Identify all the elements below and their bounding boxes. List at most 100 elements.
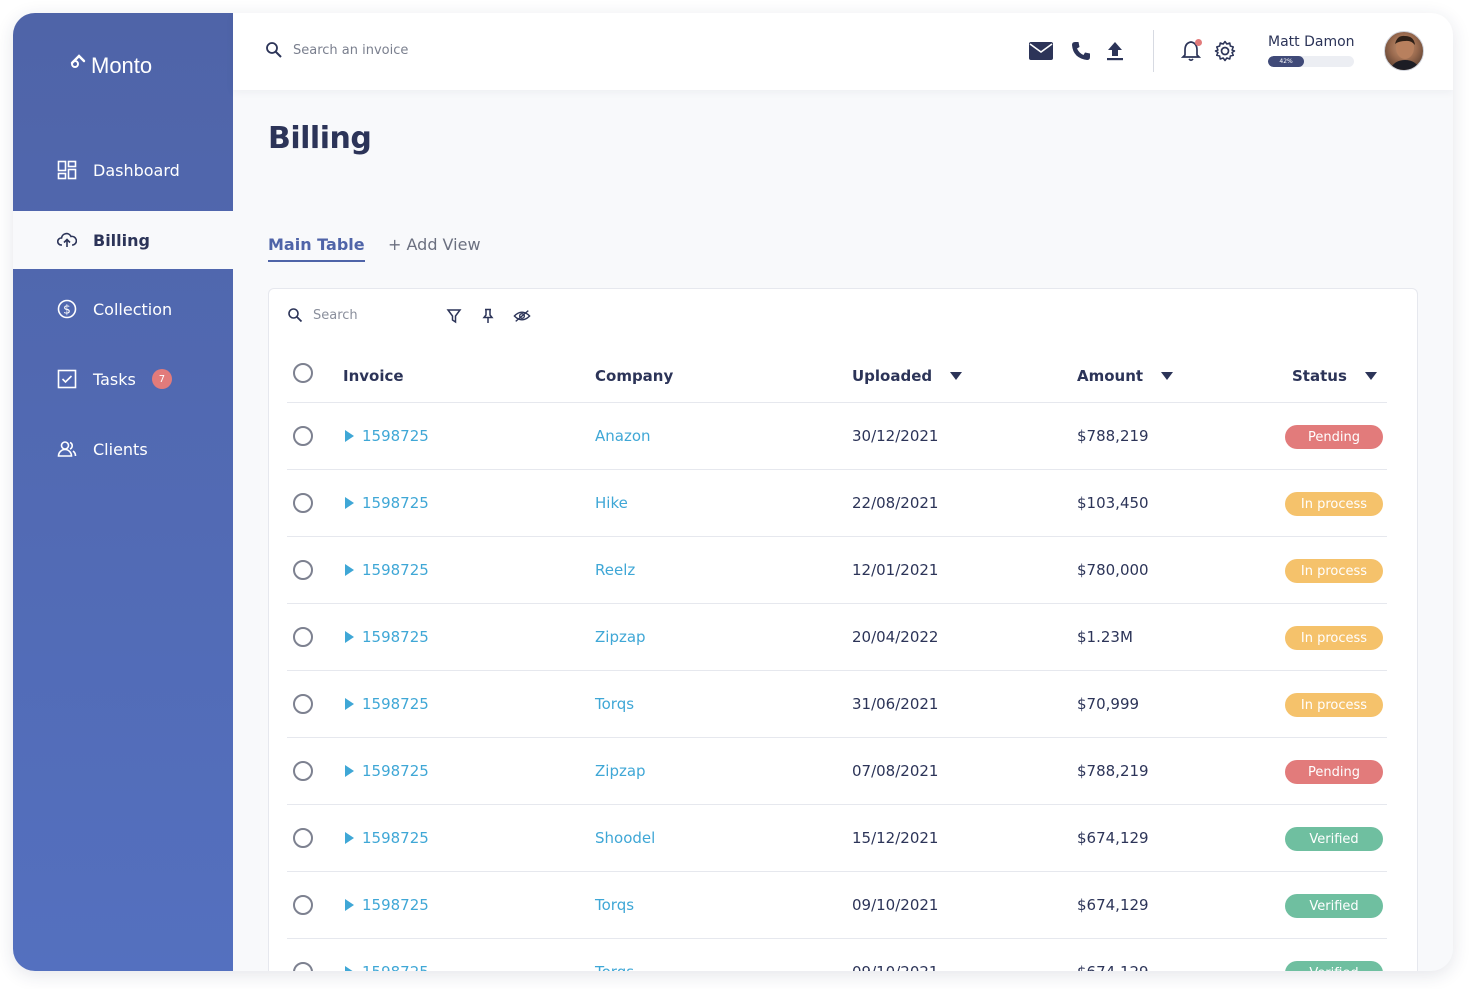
row-select-radio[interactable] bbox=[293, 962, 313, 971]
invoice-link[interactable]: 1598725 bbox=[345, 695, 429, 713]
hide-eye-icon[interactable] bbox=[513, 307, 531, 325]
uploaded-date: 09/10/2021 bbox=[852, 963, 938, 971]
column-uploaded-label: Uploaded bbox=[852, 367, 933, 385]
expand-arrow-icon[interactable] bbox=[345, 497, 354, 509]
status-badge: In process bbox=[1285, 693, 1383, 717]
table-row[interactable]: 1598725 Hike 22/08/2021 $103,450 In process bbox=[287, 470, 1387, 537]
expand-arrow-icon[interactable] bbox=[345, 631, 354, 643]
amount-value: $788,219 bbox=[1077, 427, 1149, 445]
company-link[interactable]: Torqs bbox=[595, 963, 634, 971]
search-input[interactable]: Search an invoice bbox=[293, 43, 408, 58]
expand-arrow-icon[interactable] bbox=[345, 564, 354, 576]
expand-arrow-icon[interactable] bbox=[345, 765, 354, 777]
sidebar-item-dashboard[interactable]: Dashboard bbox=[13, 141, 233, 199]
avatar[interactable] bbox=[1384, 31, 1424, 71]
expand-arrow-icon[interactable] bbox=[345, 966, 354, 971]
table-row[interactable]: 1598725 Shoodel 15/12/2021 $674,129 Verified bbox=[287, 805, 1387, 872]
invoice-link[interactable]: 1598725 bbox=[345, 762, 429, 780]
company-link[interactable]: Shoodel bbox=[595, 829, 655, 847]
column-amount-label: Amount bbox=[1077, 367, 1144, 385]
invoice-number: 1598725 bbox=[362, 829, 429, 847]
upload-icon[interactable] bbox=[1103, 39, 1127, 63]
amount-value: $780,000 bbox=[1077, 561, 1149, 579]
invoice-number: 1598725 bbox=[362, 561, 429, 579]
status-badge: Verified bbox=[1285, 827, 1383, 851]
uploaded-date: 31/06/2021 bbox=[852, 695, 939, 713]
status-badge: In process bbox=[1285, 492, 1383, 516]
company-link[interactable]: Torqs bbox=[595, 896, 634, 914]
row-select-radio[interactable] bbox=[293, 627, 313, 647]
row-select-radio[interactable] bbox=[293, 560, 313, 580]
search-icon bbox=[288, 308, 303, 323]
app-window: Monto Dashboard Billing $ Collection Tas… bbox=[13, 13, 1453, 971]
invoice-number: 1598725 bbox=[362, 896, 429, 914]
invoice-link[interactable]: 1598725 bbox=[345, 628, 429, 646]
column-amount[interactable]: Amount bbox=[1077, 367, 1174, 385]
column-status[interactable]: Status bbox=[1292, 367, 1377, 385]
column-company[interactable]: Company bbox=[595, 367, 673, 385]
sidebar-item-collection[interactable]: $ Collection bbox=[13, 280, 233, 338]
progress-fill: 42% bbox=[1268, 56, 1305, 67]
table-row[interactable]: 1598725 Zipzap 20/04/2022 $1.23M In process bbox=[287, 604, 1387, 671]
invoice-number: 1598725 bbox=[362, 695, 429, 713]
invoice-search[interactable]: Search an invoice bbox=[265, 41, 408, 59]
invoice-link[interactable]: 1598725 bbox=[345, 829, 429, 847]
row-select-radio[interactable] bbox=[293, 895, 313, 915]
sidebar-item-clients[interactable]: Clients bbox=[13, 420, 233, 478]
phone-icon[interactable] bbox=[1069, 39, 1093, 63]
column-invoice[interactable]: Invoice bbox=[343, 367, 404, 385]
table-row[interactable]: 1598725 Reelz 12/01/2021 $780,000 In process bbox=[287, 537, 1387, 604]
table-search-input[interactable]: Search bbox=[313, 308, 358, 323]
uploaded-date: 30/12/2021 bbox=[852, 427, 939, 445]
company-link[interactable]: Zipzap bbox=[595, 628, 646, 646]
table-row[interactable]: 1598725 Torqs 31/06/2021 $70,999 In process bbox=[287, 671, 1387, 738]
filter-icon[interactable] bbox=[445, 307, 463, 325]
invoice-link[interactable]: 1598725 bbox=[345, 427, 429, 445]
expand-arrow-icon[interactable] bbox=[345, 899, 354, 911]
expand-arrow-icon[interactable] bbox=[345, 430, 354, 442]
table-row[interactable]: 1598725 Torqs 09/10/2021 $674,129 Verified bbox=[287, 939, 1387, 971]
sort-caret-icon bbox=[950, 372, 963, 380]
expand-arrow-icon[interactable] bbox=[345, 832, 354, 844]
brand-logo[interactable]: Monto bbox=[69, 51, 152, 79]
company-link[interactable]: Reelz bbox=[595, 561, 635, 579]
amount-value: $70,999 bbox=[1077, 695, 1140, 713]
table-row[interactable]: 1598725 Torqs 09/10/2021 $674,129 Verified bbox=[287, 872, 1387, 939]
company-link[interactable]: Hike bbox=[595, 494, 628, 512]
table-search[interactable]: Search bbox=[287, 307, 358, 323]
column-uploaded[interactable]: Uploaded bbox=[852, 367, 963, 385]
table-row[interactable]: 1598725 Anazon 30/12/2021 $788,219 Pending bbox=[287, 403, 1387, 470]
table-row[interactable]: 1598725 Zipzap 07/08/2021 $788,219 Pending bbox=[287, 738, 1387, 805]
company-link[interactable]: Anazon bbox=[595, 427, 651, 445]
dashboard-icon bbox=[57, 160, 77, 180]
row-select-radio[interactable] bbox=[293, 694, 313, 714]
sidebar-item-billing[interactable]: Billing bbox=[13, 211, 257, 269]
invoice-link[interactable]: 1598725 bbox=[345, 561, 429, 579]
row-select-radio[interactable] bbox=[293, 828, 313, 848]
row-select-radio[interactable] bbox=[293, 761, 313, 781]
amount-value: $1.23M bbox=[1077, 628, 1133, 646]
select-all-radio[interactable] bbox=[293, 363, 313, 383]
status-badge: Pending bbox=[1285, 760, 1383, 784]
company-link[interactable]: Torqs bbox=[595, 695, 634, 713]
company-link[interactable]: Zipzap bbox=[595, 762, 646, 780]
invoice-number: 1598725 bbox=[362, 762, 429, 780]
invoice-link[interactable]: 1598725 bbox=[345, 963, 429, 971]
add-view-button[interactable]: + Add View bbox=[388, 235, 481, 254]
user-name[interactable]: Matt Damon bbox=[1268, 34, 1355, 50]
gear-icon[interactable] bbox=[1213, 39, 1237, 63]
amount-value: $103,450 bbox=[1077, 494, 1149, 512]
tab-main-table[interactable]: Main Table bbox=[268, 235, 365, 262]
row-select-radio[interactable] bbox=[293, 493, 313, 513]
row-select-radio[interactable] bbox=[293, 426, 313, 446]
pin-icon[interactable] bbox=[479, 307, 497, 325]
header-divider bbox=[1153, 30, 1154, 72]
status-badge: In process bbox=[1285, 626, 1383, 650]
notification-bell-icon[interactable] bbox=[1179, 39, 1203, 63]
sidebar-item-tasks[interactable]: Tasks 7 bbox=[13, 350, 233, 408]
mail-icon[interactable] bbox=[1029, 39, 1053, 63]
invoice-link[interactable]: 1598725 bbox=[345, 494, 429, 512]
expand-arrow-icon[interactable] bbox=[345, 698, 354, 710]
invoice-link[interactable]: 1598725 bbox=[345, 896, 429, 914]
billing-table-card: Search Invoice Company Uploaded Amount S… bbox=[268, 288, 1418, 971]
